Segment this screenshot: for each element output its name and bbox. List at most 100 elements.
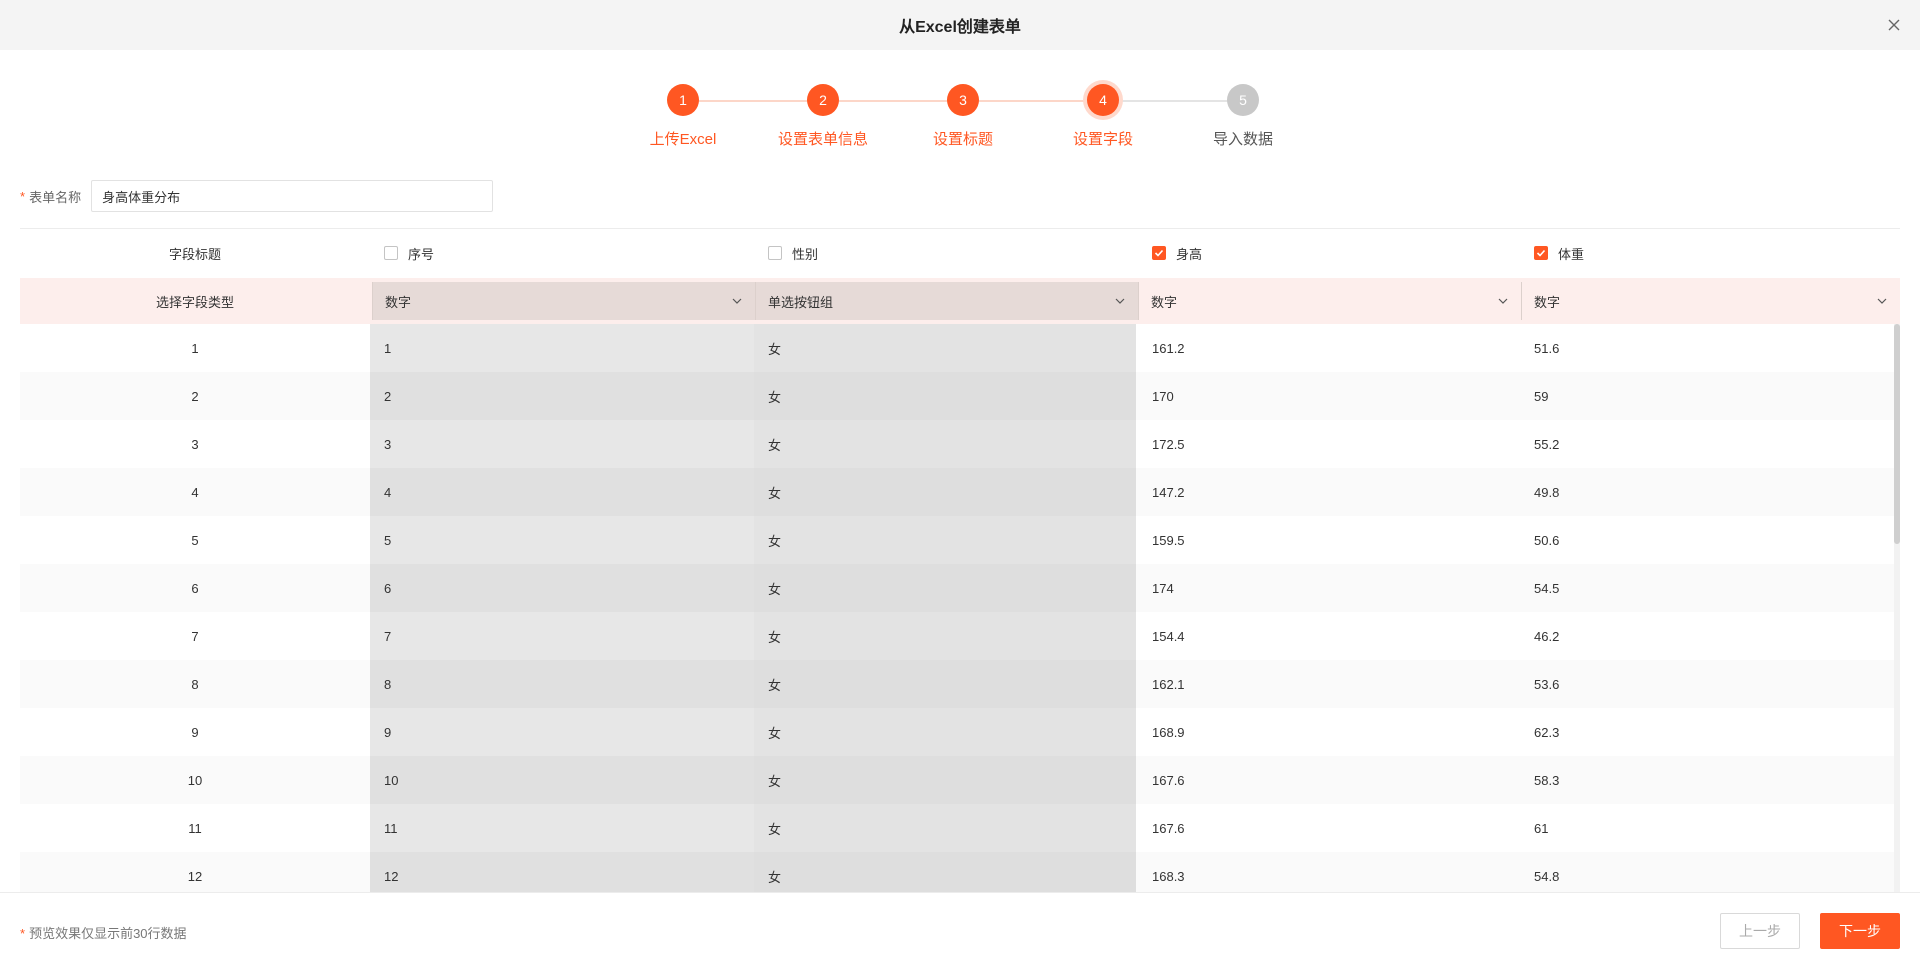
table-cell: 53.6 bbox=[1534, 676, 1560, 692]
table-cell: 女 bbox=[768, 485, 782, 501]
close-icon[interactable] bbox=[1884, 15, 1904, 35]
table-cell: 167.6 bbox=[1152, 772, 1185, 788]
column-title: 体重 bbox=[1558, 246, 1585, 262]
column-checkbox[interactable] bbox=[1152, 246, 1166, 260]
column-title: 性别 bbox=[792, 246, 819, 262]
field-type-select-3[interactable]: 数字 bbox=[1138, 282, 1521, 320]
step-5: 5 导入数据 bbox=[1173, 82, 1313, 149]
step-progress: 1 上传Excel 2 设置表单信息 3 设置标题 4 设置字段 5 导入数据 bbox=[0, 82, 1920, 152]
column-title: 序号 bbox=[408, 246, 435, 262]
table-row: 5 5 女 159.5 50.6 bbox=[20, 516, 1900, 564]
divider bbox=[20, 228, 1900, 229]
table-cell: 172.5 bbox=[1152, 436, 1185, 452]
select-value: 数字 bbox=[385, 294, 412, 310]
table-cell: 167.6 bbox=[1152, 820, 1185, 836]
field-title-row: 字段标题 序号 性别 身高 体重 bbox=[20, 230, 1900, 276]
table-cell: 174 bbox=[1152, 580, 1174, 596]
step-4: 4 设置字段 bbox=[1033, 82, 1173, 149]
row-index-cell: 1 bbox=[191, 340, 199, 356]
table-cell: 女 bbox=[768, 773, 782, 789]
chevron-down-icon bbox=[1115, 298, 1125, 304]
table-cell: 159.5 bbox=[1152, 532, 1185, 548]
table-cell: 女 bbox=[768, 437, 782, 453]
row-index-cell: 11 bbox=[188, 820, 202, 836]
prev-step-button[interactable]: 上一步 bbox=[1720, 913, 1800, 949]
table-cell: 161.2 bbox=[1152, 340, 1185, 356]
step-label: 导入数据 bbox=[1212, 131, 1273, 148]
form-name-input[interactable] bbox=[91, 180, 494, 212]
column-checkbox[interactable] bbox=[384, 246, 398, 260]
table-row: 2 2 女 170 59 bbox=[20, 372, 1900, 420]
table-cell: 49.8 bbox=[1534, 484, 1560, 500]
column-checkbox[interactable] bbox=[768, 246, 782, 260]
step-circle: 1 bbox=[667, 84, 699, 116]
preview-note: * 预览效果仅显示前30行数据 bbox=[20, 923, 187, 942]
table-row: 1 1 女 161.2 51.6 bbox=[20, 324, 1900, 372]
field-type-text: 选择字段类型 bbox=[155, 294, 234, 310]
preview-note-text: 预览效果仅显示前30行数据 bbox=[29, 926, 187, 941]
check-icon bbox=[1536, 249, 1546, 257]
column-title: 身高 bbox=[1176, 246, 1203, 262]
step-circle: 4 bbox=[1087, 84, 1119, 116]
table-row: 7 7 女 154.4 46.2 bbox=[20, 612, 1900, 660]
table-row: 11 11 女 167.6 61 bbox=[20, 804, 1900, 852]
row-index-cell: 12 bbox=[187, 868, 203, 884]
table-cell: 46.2 bbox=[1534, 628, 1560, 644]
table-body: 1 1 女 161.2 51.6 2 2 女 170 59 3 3 女 172.5 55.2 4 4 女 147.2… bbox=[20, 324, 1900, 892]
step-label: 设置标题 bbox=[932, 131, 993, 148]
table-cell: 9 bbox=[384, 724, 392, 740]
step-label: 上传Excel bbox=[649, 131, 717, 148]
table-cell: 2 bbox=[384, 388, 392, 404]
field-table: 字段标题 序号 性别 身高 体重 选择字段类型 数字 单选按钮组 数字 数字 1… bbox=[20, 230, 1900, 892]
table-cell: 6 bbox=[384, 580, 392, 596]
step-circle: 5 bbox=[1227, 84, 1259, 116]
table-cell: 12 bbox=[384, 868, 399, 884]
column-header-4[interactable]: 体重 bbox=[1520, 230, 1900, 276]
table-cell: 8 bbox=[384, 676, 392, 692]
next-step-button[interactable]: 下一步 bbox=[1820, 913, 1900, 949]
column-header-2[interactable]: 性别 bbox=[754, 230, 1138, 276]
table-cell: 女 bbox=[768, 581, 782, 597]
step-circle: 3 bbox=[947, 84, 979, 116]
field-type-select-2[interactable]: 单选按钮组 bbox=[755, 282, 1138, 320]
table-cell: 168.9 bbox=[1152, 724, 1185, 740]
table-cell: 147.2 bbox=[1152, 484, 1185, 500]
table-cell: 女 bbox=[768, 629, 782, 645]
step-2: 2 设置表单信息 bbox=[753, 82, 893, 149]
column-checkbox[interactable] bbox=[1534, 246, 1548, 260]
table-row: 4 4 女 147.2 49.8 bbox=[20, 468, 1900, 516]
row-index-cell: 3 bbox=[191, 436, 199, 452]
table-cell: 10 bbox=[384, 772, 399, 788]
column-header-3[interactable]: 身高 bbox=[1138, 230, 1520, 276]
row-index-cell: 6 bbox=[191, 580, 199, 596]
field-type-select-1[interactable]: 数字 bbox=[372, 282, 755, 320]
field-type-row: 选择字段类型 数字 单选按钮组 数字 数字 bbox=[20, 278, 1900, 324]
field-type-select-4[interactable]: 数字 bbox=[1521, 282, 1900, 320]
table-row: 9 9 女 168.9 62.3 bbox=[20, 708, 1900, 756]
chevron-down-icon bbox=[1877, 298, 1887, 304]
dialog-footer: * 预览效果仅显示前30行数据 上一步 下一步 bbox=[0, 892, 1920, 969]
table-cell: 女 bbox=[768, 389, 782, 405]
table-cell: 女 bbox=[768, 869, 782, 885]
table-cell: 58.3 bbox=[1534, 772, 1560, 788]
table-row: 12 12 女 168.3 54.8 bbox=[20, 852, 1900, 892]
table-cell: 162.1 bbox=[1152, 676, 1185, 692]
table-row: 10 10 女 167.6 58.3 bbox=[20, 756, 1900, 804]
step-label: 设置字段 bbox=[1072, 131, 1133, 148]
table-cell: 59 bbox=[1534, 388, 1549, 404]
row-index-cell: 7 bbox=[191, 628, 199, 644]
table-cell: 女 bbox=[768, 677, 782, 693]
step-label: 设置表单信息 bbox=[777, 131, 868, 148]
table-cell: 62.3 bbox=[1534, 724, 1560, 740]
table-cell: 女 bbox=[768, 533, 782, 549]
table-cell: 女 bbox=[768, 341, 782, 357]
table-cell: 女 bbox=[768, 725, 782, 741]
field-type-label: 选择字段类型 bbox=[20, 278, 370, 324]
step-circle: 2 bbox=[807, 84, 839, 116]
table-cell: 61 bbox=[1534, 820, 1549, 836]
table-cell: 3 bbox=[384, 436, 392, 452]
table-cell: 168.3 bbox=[1152, 868, 1185, 884]
column-header-1[interactable]: 序号 bbox=[370, 230, 754, 276]
table-cell: 154.4 bbox=[1152, 628, 1185, 644]
step-1: 1 上传Excel bbox=[613, 82, 753, 149]
